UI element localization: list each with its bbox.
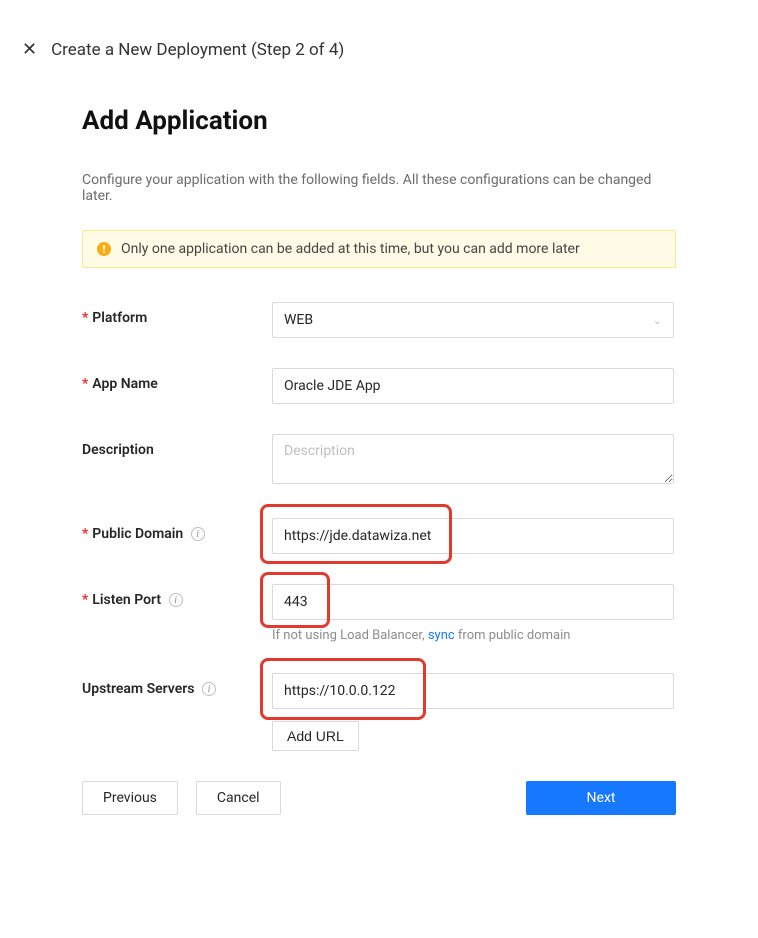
info-icon[interactable]: i [202, 682, 216, 696]
upstream-label: Upstream Servers i [82, 673, 272, 697]
next-button[interactable]: Next [526, 781, 676, 815]
warning-text: Only one application can be added at thi… [121, 241, 580, 257]
upstream-input[interactable] [272, 673, 674, 709]
listen-port-label: *Listen Port i [82, 584, 272, 608]
description-label: Description [82, 434, 272, 458]
listen-port-input[interactable] [272, 584, 674, 620]
description-input[interactable] [272, 434, 674, 484]
page-subtitle: Configure your application with the foll… [82, 172, 676, 204]
close-icon[interactable]: ✕ [22, 41, 37, 59]
info-icon[interactable]: i [191, 527, 205, 541]
warning-banner: ! Only one application can be added at t… [82, 230, 676, 268]
page-title: Add Application [82, 106, 676, 136]
app-name-input[interactable] [272, 368, 674, 404]
platform-select[interactable]: WEB ⌄ [272, 302, 674, 338]
sync-link[interactable]: sync [428, 628, 455, 643]
public-domain-input[interactable] [272, 518, 674, 554]
app-name-label: *App Name [82, 368, 272, 392]
chevron-down-icon: ⌄ [653, 314, 662, 327]
public-domain-label: *Public Domain i [82, 518, 272, 542]
warning-icon: ! [97, 242, 111, 256]
add-url-button[interactable]: Add URL [272, 721, 359, 751]
info-icon[interactable]: i [169, 593, 183, 607]
platform-value: WEB [284, 312, 313, 328]
listen-port-hint: If not using Load Balancer, sync from pu… [272, 628, 674, 643]
cancel-button[interactable]: Cancel [196, 781, 281, 815]
platform-label: *Platform [82, 302, 272, 326]
page-step: Create a New Deployment (Step 2 of 4) [51, 40, 344, 60]
previous-button[interactable]: Previous [82, 781, 178, 815]
